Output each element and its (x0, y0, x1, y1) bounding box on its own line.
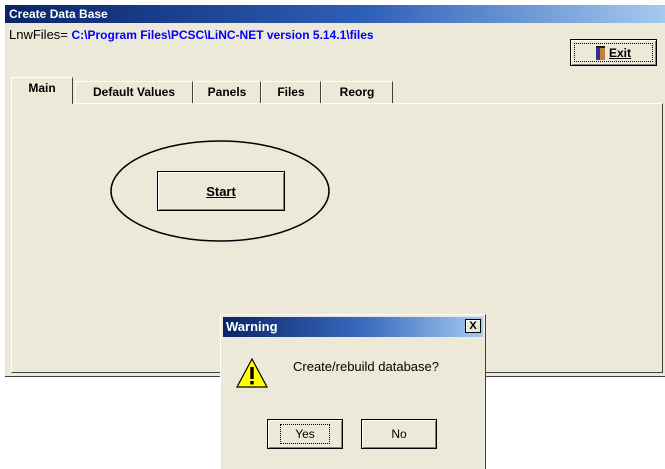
path-label: LnwFiles= (9, 27, 68, 42)
exit-button[interactable]: Exit (570, 39, 657, 66)
yes-label: Yes (295, 427, 315, 441)
tab-panels[interactable]: Panels (193, 81, 261, 103)
tab-files-label: Files (277, 85, 305, 99)
warning-dialog: Warning X Create/rebuild database? Yes N… (220, 314, 486, 469)
close-icon[interactable]: X (465, 319, 481, 333)
tab-panels-label: Panels (207, 85, 247, 99)
no-label: No (391, 427, 407, 441)
tab-default-values[interactable]: Default Values (75, 81, 193, 103)
tab-main-label: Main (28, 81, 56, 95)
start-label: Start (206, 183, 236, 199)
tab-files[interactable]: Files (261, 81, 321, 103)
tab-reorg-label: Reorg (339, 85, 375, 99)
no-button[interactable]: No (361, 419, 437, 449)
door-icon (595, 45, 605, 60)
dialog-title: Warning (223, 317, 483, 337)
yes-button[interactable]: Yes (267, 419, 343, 449)
dialog-message: Create/rebuild database? (293, 359, 439, 374)
window-title: Create Data Base (5, 5, 665, 23)
path-value: C:\Program Files\PCSC\LiNC-NET version 5… (71, 28, 374, 42)
tab-default-values-label: Default Values (92, 85, 176, 99)
start-button[interactable]: Start (157, 171, 285, 211)
exit-label: Exit (608, 45, 631, 60)
dialog-title-text: Warning (226, 319, 278, 334)
path-row: LnwFiles= C:\Program Files\PCSC\LiNC-NET… (9, 27, 374, 42)
tab-main[interactable]: Main (11, 77, 73, 104)
tab-reorg[interactable]: Reorg (321, 81, 393, 103)
warning-icon (235, 357, 269, 388)
